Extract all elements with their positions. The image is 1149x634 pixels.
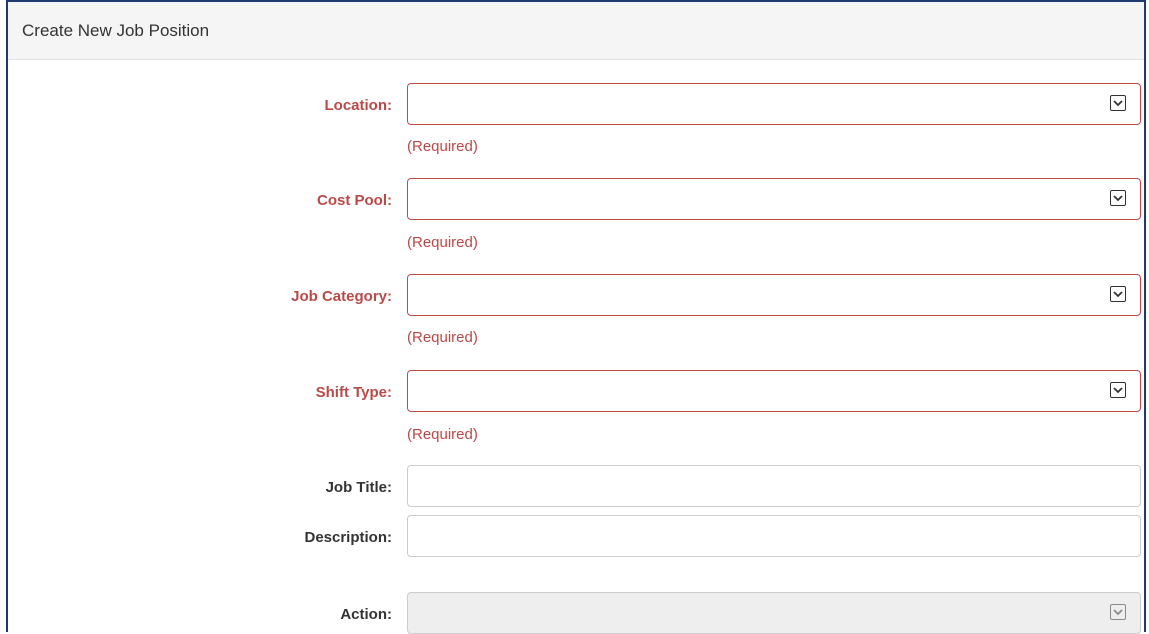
panel-header: Create New Job Position <box>8 2 1144 60</box>
cost-pool-label: Cost Pool: <box>317 192 392 209</box>
action-label: Action: <box>340 606 392 623</box>
job-title-input[interactable] <box>407 465 1141 507</box>
chevron-down-icon[interactable] <box>1110 95 1126 111</box>
panel-title: Create New Job Position <box>22 20 210 40</box>
chevron-down-icon[interactable] <box>1110 286 1126 302</box>
chevron-down-icon[interactable] <box>1110 382 1126 398</box>
description-label: Description: <box>304 529 392 546</box>
job-title-label: Job Title: <box>325 479 392 496</box>
create-job-position-panel: Create New Job Position Location: (Requi… <box>6 0 1146 634</box>
job-category-required-text: (Required) <box>407 329 478 346</box>
location-label: Location: <box>324 97 393 114</box>
action-select[interactable] <box>407 592 1141 634</box>
location-select[interactable] <box>407 83 1141 125</box>
chevron-down-icon[interactable] <box>1110 604 1126 620</box>
chevron-down-icon[interactable] <box>1110 190 1126 206</box>
cost-pool-select[interactable] <box>407 178 1141 220</box>
shift-type-label: Shift Type: <box>315 384 392 401</box>
shift-type-select[interactable] <box>407 370 1141 412</box>
job-category-label: Job Category: <box>291 288 392 305</box>
job-category-select[interactable] <box>407 274 1141 316</box>
location-required-text: (Required) <box>407 138 478 155</box>
shift-type-required-text: (Required) <box>407 426 478 443</box>
cost-pool-required-text: (Required) <box>407 234 478 251</box>
description-input[interactable] <box>407 515 1141 557</box>
